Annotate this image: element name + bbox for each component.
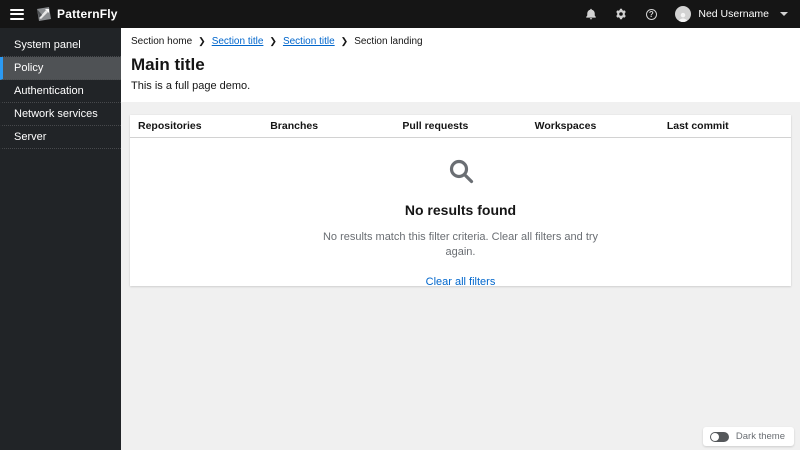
masthead: PatternFly ? Ned Username	[0, 0, 800, 28]
breadcrumb-link-section-title-1[interactable]: Section title	[212, 36, 264, 47]
question-mark-icon: ?	[645, 8, 657, 20]
brand[interactable]: PatternFly	[36, 6, 118, 22]
column-header-branches: Branches	[270, 120, 319, 132]
breadcrumb-link-section-title-2[interactable]: Section title	[283, 36, 335, 47]
breadcrumb-item-section-home: Section home	[131, 36, 193, 47]
column-header-last-commit: Last commit	[666, 120, 729, 132]
page-title: Main title	[131, 55, 205, 74]
chevron-down-icon	[780, 12, 788, 16]
cog-icon[interactable]	[613, 6, 629, 22]
sidebar-item-authentication[interactable]: Authentication	[0, 80, 121, 103]
brand-name: PatternFly	[57, 7, 118, 21]
breadcrumb: Section home ❯ Section title ❯ Section t…	[131, 36, 790, 47]
table-header-row: Repositories Branches Pull requests Work…	[130, 115, 791, 138]
empty-state-body: No results match this filter criteria. C…	[322, 231, 599, 258]
page-header: Section home ❯ Section title ❯ Section t…	[121, 28, 800, 102]
masthead-actions: ?	[583, 6, 659, 22]
switch-knob	[710, 432, 719, 441]
column-header-pull-requests: Pull requests	[402, 120, 469, 132]
clear-all-filters-button[interactable]: Clear all filters	[426, 276, 496, 288]
results-card: Repositories Branches Pull requests Work…	[130, 115, 791, 288]
page-subtitle: This is a full page demo.	[131, 80, 251, 92]
chevron-right-icon: ❯	[269, 36, 277, 46]
sidebar-item-policy[interactable]: Policy	[0, 57, 121, 80]
chevron-right-icon: ❯	[340, 36, 349, 46]
dark-theme-switch[interactable]	[709, 431, 729, 442]
column-header-workspaces: Workspaces	[534, 120, 597, 132]
page-body: Repositories Branches Pull requests Work…	[121, 102, 800, 450]
search-icon	[447, 157, 475, 190]
column-header-repositories: Repositories	[138, 120, 202, 132]
empty-state: No results found No results match this f…	[130, 138, 791, 288]
nav-toggle-hamburger-icon[interactable]	[10, 8, 24, 20]
theme-toggle-card: Dark theme	[702, 427, 794, 446]
help-icon[interactable]: ?	[643, 6, 659, 22]
sidebar-item-server[interactable]: Server	[0, 126, 121, 149]
user-name: Ned Username	[698, 8, 769, 20]
sidebar-item-network-services[interactable]: Network services	[0, 103, 121, 126]
sidebar-nav: System panel Policy Authentication Netwo…	[0, 28, 121, 450]
empty-state-title: No results found	[404, 202, 517, 218]
avatar	[675, 6, 692, 22]
user-menu[interactable]: Ned Username	[675, 6, 788, 22]
sidebar-item-system-panel[interactable]: System panel	[0, 34, 121, 57]
dark-theme-label: Dark theme	[735, 431, 785, 442]
bell-icon[interactable]	[583, 6, 599, 22]
breadcrumb-item-section-landing: Section landing	[354, 36, 423, 47]
patternfly-logo-icon	[36, 6, 52, 22]
chevron-right-icon: ❯	[198, 36, 206, 46]
main-content: Section home ❯ Section title ❯ Section t…	[121, 28, 800, 450]
